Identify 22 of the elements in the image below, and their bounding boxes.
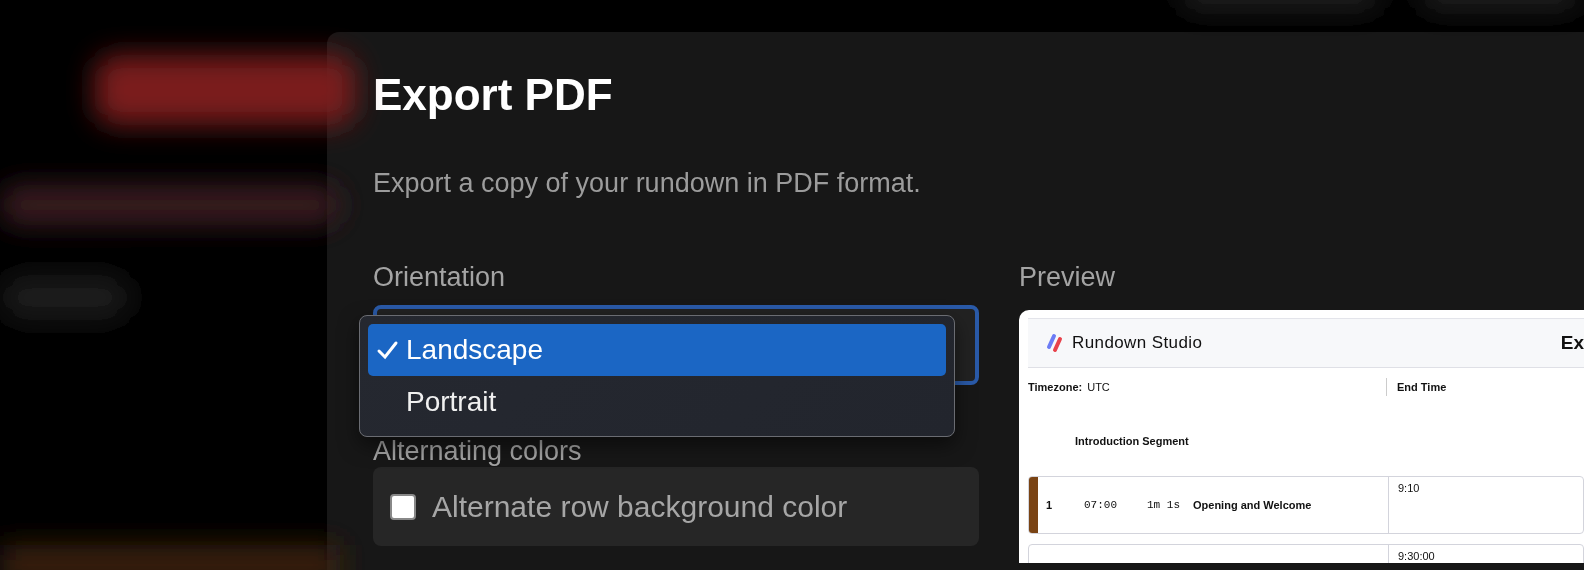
field-label: Alternating colors — [373, 437, 583, 465]
dropdown-option[interactable]: Portrait — [368, 376, 946, 428]
field-label: Orientation — [373, 261, 507, 294]
row-title: Opening and Welcome — [1193, 499, 1312, 511]
checkbox-option[interactable]: Alternate row background color — [373, 467, 979, 546]
column-heading: End Time — [1386, 378, 1447, 396]
end-time: 9:30:00 — [1398, 550, 1435, 562]
timezone-value: UTC — [1087, 381, 1110, 393]
checkbox[interactable] — [390, 493, 416, 520]
document-title: Ex — [1560, 332, 1584, 354]
preview-label: Preview — [1019, 261, 1117, 294]
segment-title: Introduction Segment — [1075, 435, 1189, 447]
duration: 1m 1s — [1147, 499, 1181, 511]
dropdown-option[interactable]: Landscape — [368, 324, 946, 376]
row-number: 1 — [1045, 499, 1054, 511]
brand-name: Rundown Studio — [1072, 333, 1203, 353]
start-time: 07:00 — [1084, 499, 1118, 511]
logo-icon — [1046, 333, 1064, 353]
dialog-title: Export PDF — [373, 69, 614, 121]
end-time: 9:10 — [1398, 482, 1420, 494]
timezone-label: Timezone: — [1028, 381, 1083, 393]
dialog-description: Export a copy of your rundown in PDF format. — [373, 167, 922, 200]
